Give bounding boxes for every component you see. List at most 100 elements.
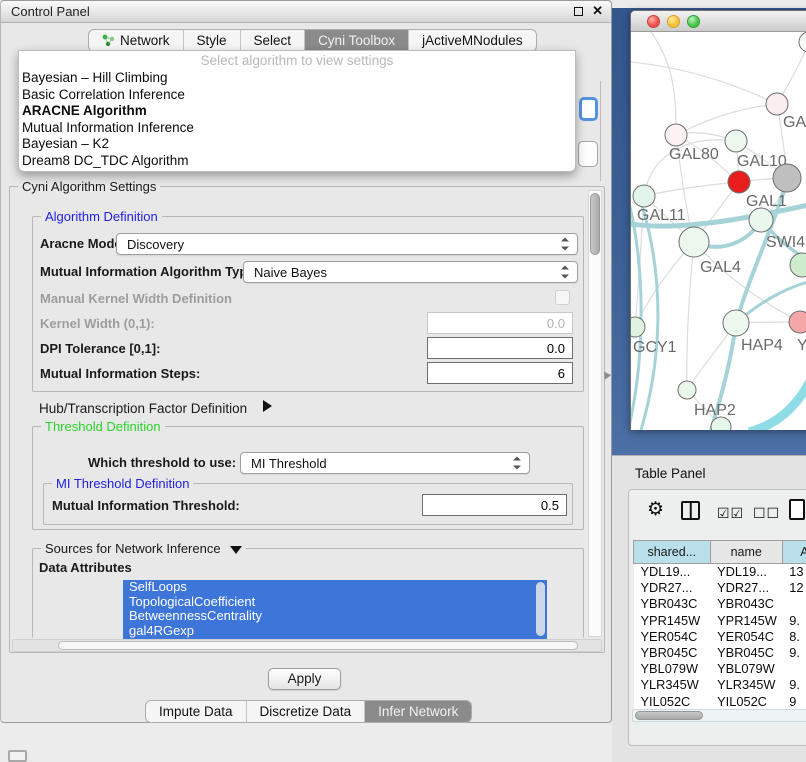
list-scrollbar-thumb[interactable] <box>536 582 545 636</box>
network-view-window[interactable]: GALGAL80GAL10GAL1GAL11SWI4GAL4GCY1HAP4YH… <box>630 10 806 430</box>
column-header-name[interactable]: name <box>710 541 782 564</box>
table-cell[interactable]: YDL19... <box>710 564 782 580</box>
mi-threshold-field[interactable]: 0.5 <box>422 494 567 516</box>
table-cell[interactable]: YBR043C <box>710 596 782 612</box>
attribute-item-gal4rgexp[interactable]: gal4RGexp <box>123 624 547 639</box>
table-cell[interactable] <box>782 661 806 677</box>
which-threshold-select[interactable]: MI Threshold <box>240 452 530 474</box>
network-node-gal1[interactable] <box>728 171 750 193</box>
network-canvas[interactable]: GALGAL80GAL10GAL1GAL11SWI4GAL4GCY1HAP4YH… <box>631 32 806 430</box>
close-icon[interactable]: ✕ <box>592 3 603 19</box>
table-cell[interactable]: YBL079W <box>634 661 711 677</box>
table-cell[interactable]: YBR043C <box>634 596 711 612</box>
manual-kernel-checkbox[interactable] <box>555 290 570 305</box>
tab-impute-data[interactable]: Impute Data <box>146 701 247 722</box>
mac-zoom-button[interactable] <box>687 15 700 28</box>
network-node[interactable] <box>799 32 806 52</box>
gear-icon[interactable]: ⚙ <box>647 500 664 520</box>
tab-jactivemnodules[interactable]: jActiveMNodules <box>409 30 536 51</box>
column-header-shared[interactable]: shared... <box>634 541 711 564</box>
table-cell[interactable]: YLR345W <box>634 677 711 693</box>
table-cell[interactable]: YBR045C <box>634 644 711 660</box>
chevron-right-icon[interactable] <box>263 400 272 412</box>
network-node-gal4[interactable] <box>679 227 709 257</box>
table-cell[interactable]: 9. <box>782 644 806 660</box>
deselect-all-checkboxes-icon[interactable]: ☐☐ <box>753 503 780 523</box>
collapsed-panel-icon[interactable] <box>8 750 27 762</box>
mac-minimize-button[interactable] <box>667 15 680 28</box>
table-cell[interactable]: YLR345W <box>710 677 782 693</box>
tab-style[interactable]: Style <box>184 30 241 51</box>
mi-steps-field[interactable]: 6 <box>427 362 573 384</box>
settings-horizontal-scrollbar[interactable] <box>12 639 602 652</box>
algorithm-option-dream8-dc-tdc-algorithm[interactable]: Dream8 DC_TDC Algorithm <box>19 153 575 170</box>
algorithm-dropdown[interactable]: Select algorithm to view settings Bayesi… <box>18 50 576 172</box>
table-cell[interactable]: YDR27... <box>634 580 711 596</box>
hub-definition-toggle-label[interactable]: Hub/Transcription Factor Definition <box>39 401 247 416</box>
mi-algorithm-type-select[interactable]: Naive Bayes <box>243 261 578 283</box>
table-row[interactable]: YBR045CYBR045C9. <box>634 644 806 660</box>
network-node-gal80[interactable] <box>665 124 687 146</box>
attribute-item-selfloops[interactable]: SelfLoops <box>123 580 547 595</box>
table-cell[interactable]: 9. <box>782 677 806 693</box>
table-row[interactable]: YIL052CYIL052C9 <box>634 693 806 709</box>
mac-close-button[interactable] <box>647 15 660 28</box>
table-cell[interactable]: YPR145W <box>634 612 711 628</box>
algorithm-option-mutual-information-inference[interactable]: Mutual Information Inference <box>19 120 575 137</box>
table-cell[interactable]: YIL052C <box>634 693 711 709</box>
attribute-item-betweennesscentrality[interactable]: BetweennessCentrality <box>123 609 547 624</box>
table-horizontal-scrollbar[interactable] <box>632 709 806 722</box>
scrollbar-thumb[interactable] <box>58 641 578 650</box>
scrollbar-thumb[interactable] <box>635 711 703 720</box>
tab-select[interactable]: Select <box>241 30 306 51</box>
attribute-item-topologicalcoefficient[interactable]: TopologicalCoefficient <box>123 595 547 610</box>
network-node-hap4[interactable] <box>723 310 749 336</box>
tab-cyni-toolbox[interactable]: Cyni Toolbox <box>305 30 409 51</box>
scrollbar-thumb[interactable] <box>590 193 600 255</box>
table-cell[interactable]: 12 <box>782 580 806 596</box>
network-node-gcy1[interactable] <box>631 317 645 337</box>
select-all-checkboxes-icon[interactable]: ☑☑ <box>717 503 744 523</box>
data-attributes-list[interactable]: SelfLoopsTopologicalCoefficientBetweenne… <box>123 580 547 639</box>
table-cell[interactable]: YER054C <box>634 628 711 644</box>
algorithm-option-bayesian-hill-climbing[interactable]: Bayesian – Hill Climbing <box>19 70 575 87</box>
table-cell[interactable]: YBL079W <box>710 661 782 677</box>
table-row[interactable]: YDR27...YDR27...12 <box>634 580 806 596</box>
table-cell[interactable]: 9 <box>782 693 806 709</box>
column-header-a[interactable]: A <box>782 541 806 564</box>
table-row[interactable]: YDL19...YDL19...13 <box>634 564 806 580</box>
table-cell[interactable]: 8. <box>782 628 806 644</box>
table-row[interactable]: YPR145WYPR145W9. <box>634 612 806 628</box>
table-cell[interactable]: YDR27... <box>710 580 782 596</box>
table-row[interactable]: YBL079WYBL079W <box>634 661 806 677</box>
apply-button[interactable]: Apply <box>268 668 341 690</box>
table-row[interactable]: YER054CYER054C8. <box>634 628 806 644</box>
network-node-gal10[interactable] <box>725 130 747 152</box>
split-columns-icon[interactable] <box>681 501 700 520</box>
network-node-gal[interactable] <box>766 93 788 115</box>
control-panel-titlebar[interactable]: Control Panel ✕ <box>1 1 611 23</box>
network-node-gal11[interactable] <box>633 185 655 207</box>
table-cell[interactable]: YIL052C <box>710 693 782 709</box>
settings-vertical-scrollbar[interactable] <box>588 190 602 637</box>
new-table-icon[interactable] <box>789 499 805 520</box>
tab-network[interactable]: Network <box>89 30 184 51</box>
kernel-width-field[interactable]: 0.0 <box>427 312 573 334</box>
chevron-down-icon[interactable] <box>230 546 242 554</box>
table-row[interactable]: YLR345WYLR345W9. <box>634 677 806 693</box>
table-cell[interactable]: YER054C <box>710 628 782 644</box>
algorithm-option-aracne-algorithm[interactable]: ARACNE Algorithm <box>19 103 575 120</box>
network-window-titlebar[interactable] <box>631 11 806 32</box>
table-cell[interactable]: 13 <box>782 564 806 580</box>
sources-legend[interactable]: Sources for Network Inference <box>41 541 246 556</box>
table-cell[interactable]: 9. <box>782 612 806 628</box>
algorithm-option-bayesian-k2[interactable]: Bayesian – K2 <box>19 136 575 153</box>
table-cell[interactable]: YPR145W <box>710 612 782 628</box>
network-node-hap2[interactable] <box>678 381 696 399</box>
dpi-tolerance-field[interactable]: 0.0 <box>427 337 573 359</box>
table-cell[interactable]: YBR045C <box>710 644 782 660</box>
float-window-icon[interactable] <box>574 7 583 16</box>
algorithm-option-basic-correlation-inference[interactable]: Basic Correlation Inference <box>19 87 575 104</box>
network-node-y[interactable] <box>789 311 806 333</box>
network-node[interactable] <box>773 164 801 192</box>
